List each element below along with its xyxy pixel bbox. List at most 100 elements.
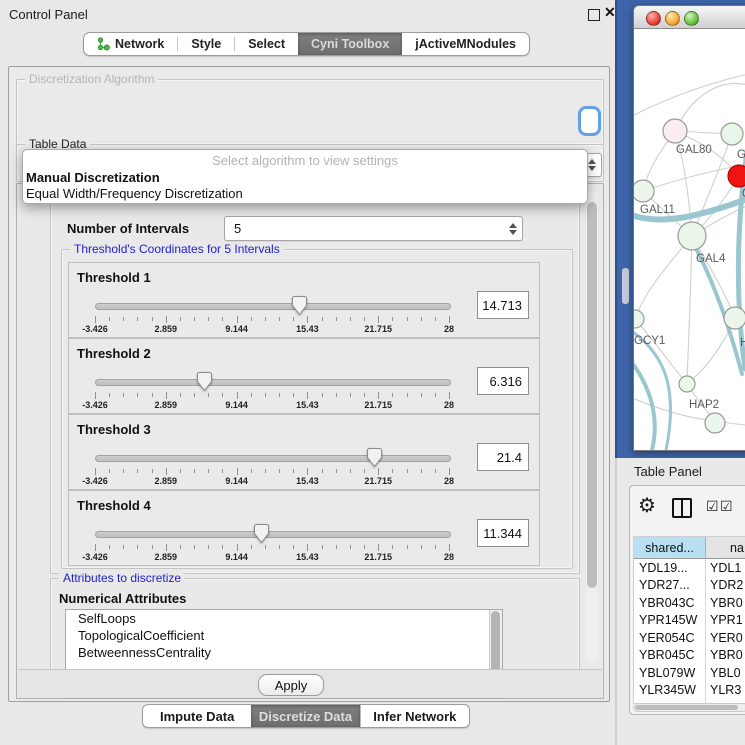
scale-tick-label: 28 <box>444 552 454 562</box>
column-header-shared-name[interactable]: shared... <box>634 537 706 559</box>
table-panel: ⚙ ☑ ☑ shared... na YDL19...YDL1YDR27...Y… <box>629 485 745 715</box>
slider-track[interactable] <box>95 303 451 310</box>
list-item[interactable]: TopologicalCoefficient <box>66 627 502 644</box>
slider-thumb[interactable] <box>367 448 382 467</box>
dropdown-option-manual-discretization[interactable]: Manual Discretization <box>26 170 573 186</box>
threshold-value-input[interactable]: 21.4 <box>477 443 529 471</box>
table-row[interactable]: YBL079WYBL0 <box>634 664 745 682</box>
tab-network[interactable]: Network <box>84 33 177 55</box>
apply-button[interactable]: Apply <box>258 674 324 696</box>
minimize-traffic-light-icon[interactable] <box>665 11 680 26</box>
float-window-icon[interactable] <box>588 9 600 21</box>
slider-track[interactable] <box>95 531 451 538</box>
cell-name[interactable]: YBR0 <box>706 594 745 612</box>
gear-icon[interactable]: ⚙ <box>638 493 656 518</box>
scale-tick-label: 21.715 <box>364 324 392 334</box>
stepper-arrows-icon <box>509 223 517 235</box>
cell-name[interactable]: YDR2 <box>706 577 745 595</box>
close-traffic-light-icon[interactable] <box>646 11 661 26</box>
cell-shared-name[interactable]: YDL19... <box>634 559 706 577</box>
columns-icon[interactable] <box>672 498 692 518</box>
cell-shared-name[interactable]: YPR145W <box>634 612 706 630</box>
table-row[interactable]: YPR145WYPR1 <box>634 612 745 630</box>
node-bottom <box>705 413 725 433</box>
slider-track[interactable] <box>95 455 451 462</box>
tab-impute-data[interactable]: Impute Data <box>143 705 251 727</box>
slider-scale-labels: -3.4262.8599.14415.4321.71528 <box>95 552 449 562</box>
cell-shared-name[interactable]: YER054C <box>634 629 706 647</box>
slider-thumb[interactable] <box>292 296 307 315</box>
close-icon[interactable]: ✕ <box>604 4 616 21</box>
column-header-name[interactable]: na <box>706 537 745 559</box>
tab-discretize-data[interactable]: Discretize Data <box>251 705 359 727</box>
threshold-value-input[interactable]: 6.316 <box>477 367 529 395</box>
tab-select[interactable]: Select <box>235 33 298 55</box>
threshold-value-input[interactable]: 11.344 <box>477 519 529 547</box>
stepper-arrows-icon <box>588 159 596 171</box>
slider-thumb[interactable] <box>254 524 269 543</box>
zoom-traffic-light-icon[interactable] <box>684 11 699 26</box>
network-canvas[interactable]: GAL80 GA C GAL11 GAL4 GCY1 H HAP2 <box>634 29 745 450</box>
tab-cyni-toolbox[interactable]: Cyni Toolbox <box>298 33 402 55</box>
slider-track[interactable] <box>95 379 451 386</box>
scale-tick-label: 9.144 <box>225 324 248 334</box>
scale-tick-label: 21.715 <box>364 552 392 562</box>
threshold-slider[interactable]: -3.4262.8599.14415.4321.71528 <box>95 372 449 410</box>
tab-label: Select <box>248 37 285 51</box>
checkbox-icon[interactable]: ☑ <box>720 499 733 513</box>
node-hap2 <box>679 376 695 392</box>
threshold-value-input[interactable]: 14.713 <box>477 291 529 319</box>
cell-shared-name[interactable]: YLR345W <box>634 682 706 700</box>
cell-shared-name[interactable]: YBR045C <box>634 647 706 665</box>
table-panel-title: Table Panel <box>634 464 702 479</box>
numerical-attributes-label: Numerical Attributes <box>59 591 186 606</box>
group-title: Threshold's Coordinates for 5 Intervals <box>70 242 284 256</box>
scrollbar-thumb[interactable] <box>635 705 738 710</box>
cell-shared-name[interactable]: YBR043C <box>634 594 706 612</box>
threshold-slider[interactable]: -3.4262.8599.14415.4321.71528 <box>95 524 449 562</box>
threshold-slider[interactable]: -3.4262.8599.14415.4321.71528 <box>95 448 449 486</box>
tab-jactivemnodules[interactable]: jActiveMNodules <box>402 33 529 55</box>
table-horizontal-scrollbar[interactable] <box>633 703 745 712</box>
table-body: YDL19...YDL1YDR27...YDR2YBR043CYBR0YPR14… <box>634 559 745 704</box>
scrollbar-thumb[interactable] <box>587 202 597 588</box>
combo-value: 5 <box>234 221 241 236</box>
list-item[interactable]: BetweennessCentrality <box>66 644 502 661</box>
cell-name[interactable]: YDL1 <box>706 559 745 577</box>
table-row[interactable]: YBR043CYBR0 <box>634 594 745 612</box>
cyni-toolbox-panel: Discretization Algorithm Select algorith… <box>8 66 610 702</box>
list-item[interactable]: SelfLoops <box>66 610 502 627</box>
slider-scale-labels: -3.4262.8599.14415.4321.71528 <box>95 400 449 410</box>
slider-thumb[interactable] <box>197 372 212 391</box>
slider-scale-labels: -3.4262.8599.14415.4321.71528 <box>95 324 449 334</box>
tab-style[interactable]: Style <box>178 33 234 55</box>
checkbox-icon[interactable]: ☑ <box>706 499 719 513</box>
threshold-slider[interactable]: -3.4262.8599.14415.4321.71528 <box>95 296 449 334</box>
network-window-titlebar[interactable] <box>634 6 745 29</box>
group-title: Discretization Algorithm <box>25 72 158 86</box>
dropdown-option-equal-width-frequency[interactable]: Equal Width/Frequency Discretization <box>26 186 573 202</box>
scale-tick-label: -3.426 <box>82 324 108 334</box>
cell-name[interactable]: YER0 <box>706 629 745 647</box>
scale-tick-label: 2.859 <box>155 552 178 562</box>
cell-name[interactable]: YBR0 <box>706 647 745 665</box>
slider-ticks <box>95 544 449 551</box>
cell-name[interactable]: YPR1 <box>706 612 745 630</box>
settings-vertical-scrollbar[interactable] <box>586 190 598 662</box>
cell-name[interactable]: YLR3 <box>706 682 745 700</box>
network-view-window[interactable]: GAL80 GA C GAL11 GAL4 GCY1 H HAP2 <box>633 5 745 451</box>
table-row[interactable]: YER054CYER0 <box>634 629 745 647</box>
table-row[interactable]: YLR345WYLR3 <box>634 682 745 700</box>
table-row[interactable]: YDR27...YDR2 <box>634 577 745 595</box>
cell-shared-name[interactable]: YDR27... <box>634 577 706 595</box>
node-gal80 <box>663 119 687 143</box>
desktop-scrollbar[interactable] <box>622 268 629 304</box>
number-of-intervals-combo[interactable]: 5 <box>224 216 523 241</box>
tab-infer-network[interactable]: Infer Network <box>361 705 469 727</box>
cell-name[interactable]: YBL0 <box>706 664 745 682</box>
table-row[interactable]: YBR045CYBR0 <box>634 647 745 665</box>
cell-shared-name[interactable]: YBL079W <box>634 664 706 682</box>
scale-tick-label: 21.715 <box>364 400 392 410</box>
algorithm-combo-button-focused[interactable] <box>578 106 601 136</box>
table-row[interactable]: YDL19...YDL1 <box>634 559 745 577</box>
